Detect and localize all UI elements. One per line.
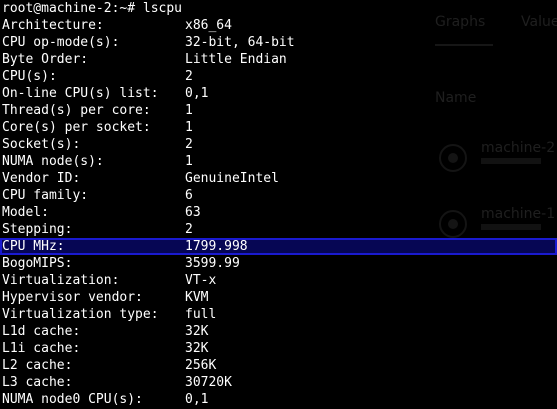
- field-value: 0,1: [185, 392, 209, 407]
- field-key: L2 cache:: [2, 358, 73, 373]
- output-row: BogoMIPS: 3599.99: [2, 255, 557, 272]
- field-key: Architecture:: [2, 18, 104, 33]
- field-key: BogoMIPS:: [2, 256, 73, 271]
- field-value: x86_64: [185, 18, 232, 33]
- output-row: NUMA node(s): 1: [2, 153, 557, 170]
- output-row: NUMA node0 CPU(s): 0,1: [2, 391, 557, 408]
- field-key: L1i cache:: [2, 341, 81, 356]
- output-row: Stepping: 2: [2, 221, 557, 238]
- output-row: CPU family: 6: [2, 187, 557, 204]
- output-row: Thread(s) per core: 1: [2, 102, 557, 119]
- field-value: 2: [185, 69, 193, 84]
- field-value: 1: [185, 103, 193, 118]
- output-row: Virtualization: VT-x: [2, 272, 557, 289]
- field-key: NUMA node0 CPU(s):: [2, 392, 143, 407]
- field-key: NUMA node(s):: [2, 154, 104, 169]
- command-prompt: root@machine-2:~# lscpu: [2, 1, 183, 16]
- field-key: CPU op-mode(s):: [2, 35, 120, 50]
- field-value: 6: [185, 188, 193, 203]
- field-key: CPU(s):: [2, 69, 57, 84]
- field-key: On-line CPU(s) list:: [2, 86, 159, 101]
- field-key: CPU MHz:: [2, 239, 65, 254]
- output-row: Hypervisor vendor: KVM: [2, 289, 557, 306]
- field-value: 3599.99: [185, 256, 240, 271]
- field-value: 0,1: [185, 86, 209, 101]
- output-row: Byte Order: Little Endian: [2, 51, 557, 68]
- field-value: 1: [185, 120, 193, 135]
- field-value: 1: [185, 154, 193, 169]
- output-row: CPU op-mode(s): 32-bit, 64-bit: [2, 34, 557, 51]
- field-value: 2: [185, 137, 193, 152]
- output-row: L2 cache: 256K: [2, 357, 557, 374]
- field-key: Socket(s):: [2, 137, 81, 152]
- output-row: L3 cache: 30720K: [2, 374, 557, 391]
- field-value: 32K: [185, 324, 209, 339]
- field-value: GenuineIntel: [185, 171, 279, 186]
- field-key: Virtualization type:: [2, 307, 159, 322]
- field-value: KVM: [185, 290, 209, 305]
- field-key: L3 cache:: [2, 375, 73, 390]
- field-key: Core(s) per socket:: [2, 120, 151, 135]
- output-row: Architecture: x86_64: [2, 17, 557, 34]
- field-key: Stepping:: [2, 222, 73, 237]
- output-row: Core(s) per socket: 1: [2, 119, 557, 136]
- output-row: Virtualization type: full: [2, 306, 557, 323]
- field-value: full: [185, 307, 217, 322]
- field-key: Model:: [2, 205, 49, 220]
- field-key: CPU family:: [2, 188, 89, 203]
- field-value: 1799.998: [185, 239, 248, 254]
- field-value: 32K: [185, 341, 209, 356]
- output-row: CPU(s): 2: [2, 68, 557, 85]
- field-key: Virtualization:: [2, 273, 120, 288]
- output-row: On-line CPU(s) list: 0,1: [2, 85, 557, 102]
- field-key: Thread(s) per core:: [2, 103, 151, 118]
- field-key: Byte Order:: [2, 52, 89, 67]
- field-value: 32-bit, 64-bit: [185, 35, 295, 50]
- output-row: Socket(s): 2: [2, 136, 557, 153]
- selected-output-row[interactable]: CPU MHz: 1799.998: [0, 238, 557, 255]
- output-row: L1i cache: 32K: [2, 340, 557, 357]
- field-key: L1d cache:: [2, 324, 81, 339]
- terminal-window[interactable]: Graphs Values Name machine-2 machine-1 r…: [0, 0, 557, 409]
- prompt-line: root@machine-2:~# lscpu: [2, 0, 557, 17]
- field-value: Little Endian: [185, 52, 287, 67]
- field-value: 63: [185, 205, 201, 220]
- terminal-output[interactable]: root@machine-2:~# lscpu Architecture: x86…: [0, 0, 557, 408]
- field-key: Hypervisor vendor:: [2, 290, 143, 305]
- output-row: Model: 63: [2, 204, 557, 221]
- output-row: Vendor ID: GenuineIntel: [2, 170, 557, 187]
- field-value: 2: [185, 222, 193, 237]
- field-value: 256K: [185, 358, 217, 373]
- field-value: 30720K: [185, 375, 232, 390]
- field-value: VT-x: [185, 273, 217, 288]
- output-row: L1d cache: 32K: [2, 323, 557, 340]
- field-key: Vendor ID:: [2, 171, 81, 186]
